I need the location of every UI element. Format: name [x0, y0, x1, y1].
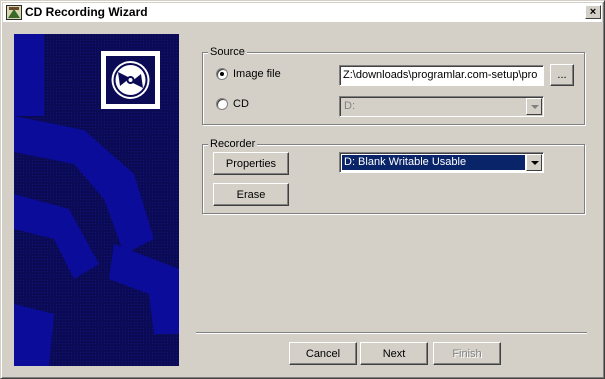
- recorder-legend: Recorder: [208, 138, 258, 150]
- cd-radio[interactable]: [216, 98, 228, 110]
- image-file-label: Image file: [233, 68, 281, 80]
- cancel-button[interactable]: Cancel: [289, 342, 357, 365]
- wizard-side-banner: [14, 34, 179, 366]
- chevron-down-icon: [531, 105, 539, 109]
- properties-label: Properties: [225, 157, 277, 170]
- next-button[interactable]: Next: [360, 342, 428, 365]
- cd-drive-value: D:: [344, 100, 355, 112]
- recorder-drive-dropdown-button[interactable]: [526, 154, 542, 171]
- cd-label: CD: [233, 98, 249, 110]
- cd-drive-dropdown-button[interactable]: [526, 98, 542, 115]
- image-file-radio[interactable]: [216, 68, 228, 80]
- finish-button: Finish: [433, 342, 501, 365]
- cd-disc-icon: [101, 51, 160, 109]
- cd-wizard-icon: [6, 5, 22, 20]
- browse-button[interactable]: ...: [550, 64, 574, 86]
- cd-radio-row[interactable]: CD: [216, 97, 249, 111]
- window-title: CD Recording Wizard: [25, 5, 148, 19]
- chevron-down-icon: [531, 161, 539, 165]
- browse-label: ...: [557, 69, 567, 81]
- erase-label: Erase: [236, 188, 266, 201]
- close-button[interactable]: ×: [585, 5, 601, 19]
- image-file-input[interactable]: Z:\downloads\programlar.com-setup\pro: [339, 65, 544, 86]
- recorder-drive-select[interactable]: D: Blank Writable Usable: [339, 152, 544, 173]
- next-label: Next: [382, 347, 406, 360]
- cancel-label: Cancel: [305, 347, 341, 360]
- footer-separator: [196, 332, 587, 334]
- image-file-radio-row[interactable]: Image file: [216, 67, 281, 81]
- finish-label: Finish: [452, 347, 482, 360]
- source-legend: Source: [208, 46, 247, 58]
- wizard-window: CD Recording Wizard × Source Image file …: [0, 0, 605, 379]
- recorder-drive-value: D: Blank Writable Usable: [342, 155, 525, 170]
- erase-button[interactable]: Erase: [213, 183, 289, 206]
- properties-button[interactable]: Properties: [213, 152, 289, 175]
- cd-drive-select[interactable]: D:: [339, 96, 544, 117]
- title-bar: CD Recording Wizard ×: [3, 3, 602, 23]
